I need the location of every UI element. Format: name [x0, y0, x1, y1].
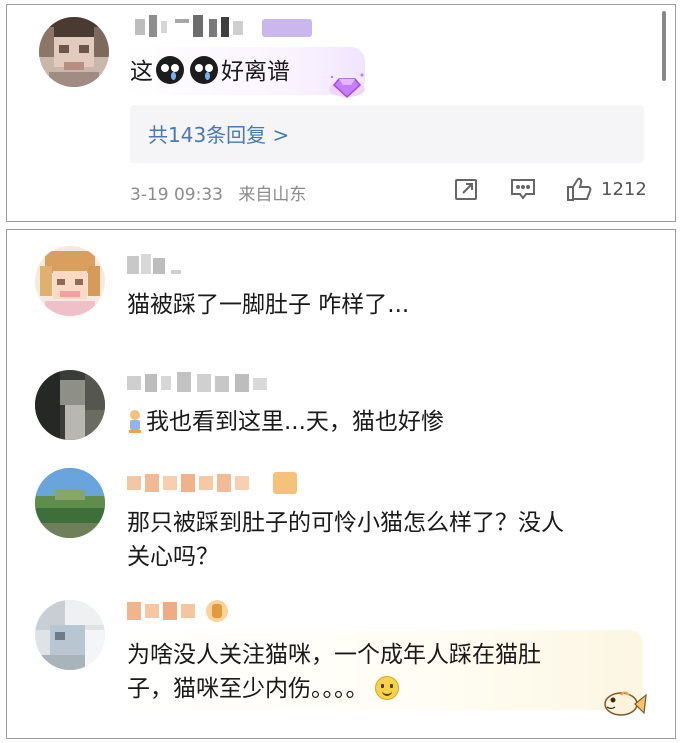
main-comment-card: 这 好离谱 共143条回复 > 3-19 09:33 来自山东 1212 [6, 4, 676, 222]
comment-icon[interactable] [509, 175, 537, 203]
vip-badge [273, 472, 297, 494]
comment-location: 来自山东 [238, 185, 307, 205]
replies-list: 猫被踩了一脚肚子 咋样了... 我也看到这里...天，猫也好惨 那只被踩到肚子的… [6, 229, 676, 739]
reply-text-line: 子，猫咪至少内伤。。。。 [127, 676, 369, 702]
user-avatar[interactable] [35, 468, 105, 538]
like-icon[interactable] [565, 175, 593, 203]
vip-badge [203, 598, 231, 624]
username-pixelated[interactable] [127, 600, 199, 622]
share-icon[interactable] [452, 175, 480, 203]
comment-text-prefix: 这 [130, 59, 153, 85]
username-pixelated[interactable] [127, 254, 185, 276]
diamond-icon [327, 69, 367, 101]
user-avatar[interactable] [39, 17, 109, 87]
comment-text-suffix: 好离谱 [221, 59, 290, 85]
replies-box[interactable]: 共143条回复 > [130, 105, 644, 163]
main-comment-text: 这 好离谱 [130, 55, 290, 89]
username-pixelated[interactable] [127, 372, 277, 394]
emoji-icon [127, 409, 143, 433]
view-replies-link[interactable]: 共143条回复 > [148, 119, 289, 148]
user-avatar[interactable] [35, 600, 105, 670]
reply-text: 那只被踩到肚子的可怜小猫怎么样了？没人 关心吗？ [127, 506, 564, 574]
smile-emoji-icon [374, 676, 399, 700]
comment-meta: 3-19 09:33 来自山东 [130, 180, 316, 205]
username-pixelated[interactable] [127, 472, 267, 494]
username-pixelated[interactable] [135, 15, 253, 37]
crying-emoji-icon [156, 56, 184, 84]
like-count: 1212 [601, 179, 647, 200]
reply-text: 为啥没人关注猫咪，一个成年人踩在猫肚 子，猫咪至少内伤。。。。 [127, 638, 541, 706]
reply-text-line: 那只被踩到肚子的可怜小猫怎么样了？没人 [127, 510, 564, 536]
reply-text-content: 我也看到这里...天，猫也好惨 [146, 409, 444, 435]
reply-text: 我也看到这里...天，猫也好惨 [127, 405, 444, 439]
comment-date: 3-19 09:33 [130, 185, 223, 205]
reply-text-line: 为啥没人关注猫咪，一个成年人踩在猫肚 [127, 642, 541, 668]
vip-badge [262, 19, 312, 37]
fish-icon [599, 686, 647, 722]
user-avatar[interactable] [35, 370, 105, 440]
reply-text-line: 关心吗？ [127, 544, 219, 570]
user-avatar[interactable] [35, 246, 105, 316]
crying-emoji-icon [190, 56, 218, 84]
reply-text: 猫被踩了一脚肚子 咋样了... [127, 292, 410, 318]
scrollbar[interactable] [662, 11, 666, 81]
